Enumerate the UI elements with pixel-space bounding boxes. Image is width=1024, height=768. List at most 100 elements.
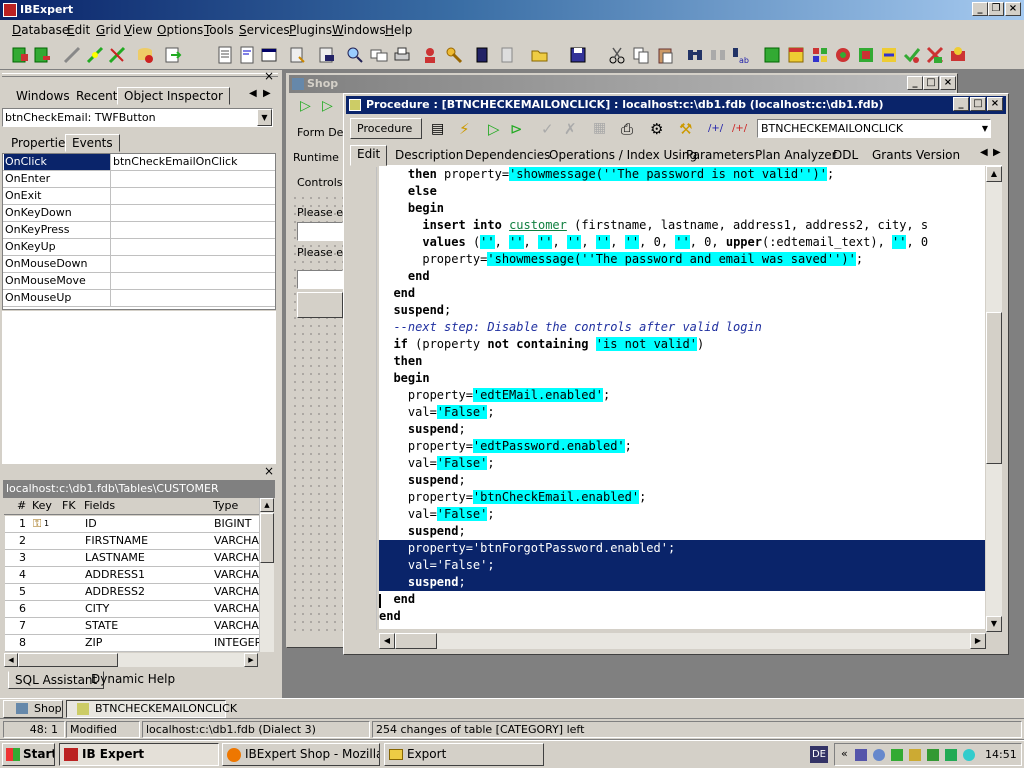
menu-database[interactable]: Database: [12, 23, 69, 37]
event-row[interactable]: OnClick btnCheckEmailOnClick: [3, 154, 275, 171]
export-icon[interactable]: [163, 45, 183, 65]
col-key[interactable]: Key: [32, 498, 52, 514]
code-line[interactable]: end: [379, 608, 985, 625]
event-row[interactable]: OnMouseUp: [3, 290, 275, 307]
find-icon[interactable]: [685, 45, 705, 65]
tray-db-icon[interactable]: [909, 749, 921, 761]
minimize-button[interactable]: _: [972, 2, 988, 16]
code-line[interactable]: property='edtEMail.enabled';: [379, 387, 985, 404]
hscroll-thumb[interactable]: [395, 633, 437, 649]
new-trigger-icon[interactable]: [810, 45, 830, 65]
event-row[interactable]: OnKeyPress: [3, 222, 275, 239]
tab-runtime[interactable]: Runtime: [293, 151, 339, 164]
new-view-icon[interactable]: [786, 45, 806, 65]
code-line[interactable]: end: [379, 268, 985, 285]
taskbar-mozilla[interactable]: IBExpert Shop - Mozilla F...: [222, 743, 380, 766]
tab-description[interactable]: Description: [389, 147, 469, 165]
scroll-thumb[interactable]: [986, 312, 1002, 464]
menu-tools[interactable]: Tools: [204, 23, 234, 37]
code-line[interactable]: property='btnForgotPassword.enabled';: [379, 540, 985, 557]
scroll-up-icon[interactable]: ▲: [986, 166, 1002, 182]
code-line[interactable]: then: [379, 353, 985, 370]
menu-edit[interactable]: Edit: [67, 23, 90, 37]
menu-view[interactable]: View: [124, 23, 152, 37]
code-line[interactable]: begin: [379, 370, 985, 387]
new-role-icon[interactable]: [925, 45, 945, 65]
reconnect-icon[interactable]: [85, 45, 105, 65]
print-icon[interactable]: [392, 45, 412, 65]
chevron-down-icon[interactable]: ▼: [257, 109, 272, 126]
code-line[interactable]: val='False';: [379, 404, 985, 421]
event-row[interactable]: OnKeyDown: [3, 205, 275, 222]
table-row[interactable]: 2 FIRSTNAME VARCHAR: [5, 533, 267, 550]
tab-windows[interactable]: Windows: [10, 88, 76, 106]
tab-object-inspector[interactable]: Object Inspector: [117, 87, 230, 105]
comment-icon[interactable]: /+/: [708, 123, 723, 134]
code-line[interactable]: val='False';: [379, 506, 985, 523]
col-type[interactable]: Type: [213, 498, 238, 514]
tab-ddl[interactable]: DDL: [827, 147, 864, 165]
sql-monitor-icon[interactable]: [317, 45, 337, 65]
window-tab-shop[interactable]: Shop: [3, 700, 63, 718]
taskbar-export[interactable]: Export: [384, 743, 544, 766]
code-line[interactable]: end: [379, 285, 985, 302]
code-line[interactable]: then property='showmessage(''The passwor…: [379, 166, 985, 183]
shop-titlebar[interactable]: Shop _ □ ×: [289, 75, 956, 93]
procedure-titlebar[interactable]: Procedure : [BTNCHECKEMAILONCLICK] : loc…: [346, 96, 1006, 114]
search-metadata-icon[interactable]: [345, 45, 365, 65]
register-database-icon[interactable]: [10, 45, 30, 65]
backup-icon[interactable]: [472, 45, 492, 65]
menu-help[interactable]: Help: [385, 23, 412, 37]
new-udf-icon[interactable]: [879, 45, 899, 65]
tray-status-icon[interactable]: [945, 749, 957, 761]
code-line[interactable]: else: [379, 183, 985, 200]
extract-metadata-icon[interactable]: [369, 45, 389, 65]
close-button[interactable]: ×: [1005, 2, 1021, 16]
scroll-thumb[interactable]: [260, 513, 274, 563]
code-line[interactable]: suspend;: [379, 421, 985, 438]
event-row[interactable]: OnMouseMove: [3, 273, 275, 290]
settings-icon[interactable]: ⚙: [650, 120, 663, 138]
code-line[interactable]: suspend;: [379, 302, 985, 319]
tray-network-icon[interactable]: [891, 749, 903, 761]
rollback-icon[interactable]: ✗: [564, 120, 577, 138]
new-procedure-icon[interactable]: [287, 45, 307, 65]
form-check-button[interactable]: [297, 292, 343, 318]
code-line[interactable]: property='showmessage(''The password and…: [379, 251, 985, 268]
paste-icon[interactable]: [655, 45, 675, 65]
tab-edit[interactable]: Edit: [350, 145, 388, 166]
panel-close-icon[interactable]: ×: [264, 69, 274, 83]
code-line[interactable]: suspend;: [379, 574, 985, 591]
connect-icon[interactable]: [62, 45, 82, 65]
proc-close-button[interactable]: ×: [987, 97, 1003, 111]
fields-vscrollbar[interactable]: ▲: [259, 498, 274, 652]
component-select[interactable]: btnCheckEmail: TWFButton ▼: [2, 108, 273, 127]
table-row[interactable]: 6 CITY VARCHAR: [5, 601, 267, 618]
new-generator-icon[interactable]: [833, 45, 853, 65]
chevron-down-icon[interactable]: ▼: [982, 120, 988, 137]
commit-icon[interactable]: ✓: [541, 120, 554, 138]
tray-expand-icon[interactable]: «: [841, 747, 848, 760]
start-button[interactable]: Start: [2, 743, 55, 766]
tab-dynamic-help[interactable]: Dynamic Help: [85, 671, 181, 689]
procedure-name-select[interactable]: BTNCHECKEMAILONCLICK ▼: [757, 119, 991, 138]
new-exception-icon[interactable]: [856, 45, 876, 65]
restore-button[interactable]: ❐: [988, 2, 1004, 16]
code-line[interactable]: property='btnCheckEmail.enabled';: [379, 489, 985, 506]
form-password-edit[interactable]: [297, 270, 343, 289]
new-index-icon[interactable]: [948, 45, 968, 65]
scroll-left-icon[interactable]: ◀: [379, 633, 395, 649]
open-folder-icon[interactable]: [530, 45, 550, 65]
code-line[interactable]: val='False';: [379, 557, 985, 574]
restore-db-icon[interactable]: [497, 45, 517, 65]
scroll-up-icon[interactable]: ▲: [260, 498, 274, 512]
col-fk[interactable]: FK: [62, 498, 76, 514]
shop-maximize-button[interactable]: □: [923, 76, 939, 90]
properties-icon[interactable]: ▤: [431, 121, 444, 137]
subtab-events[interactable]: Events: [65, 134, 120, 152]
sql-editor-icon[interactable]: [237, 45, 257, 65]
code-line[interactable]: --next step: Disable the controls after …: [379, 319, 985, 336]
menu-grid[interactable]: Grid: [96, 23, 121, 37]
uncomment-icon[interactable]: /+/: [732, 123, 747, 134]
code-line[interactable]: insert into customer (firstname, lastnam…: [379, 217, 985, 234]
